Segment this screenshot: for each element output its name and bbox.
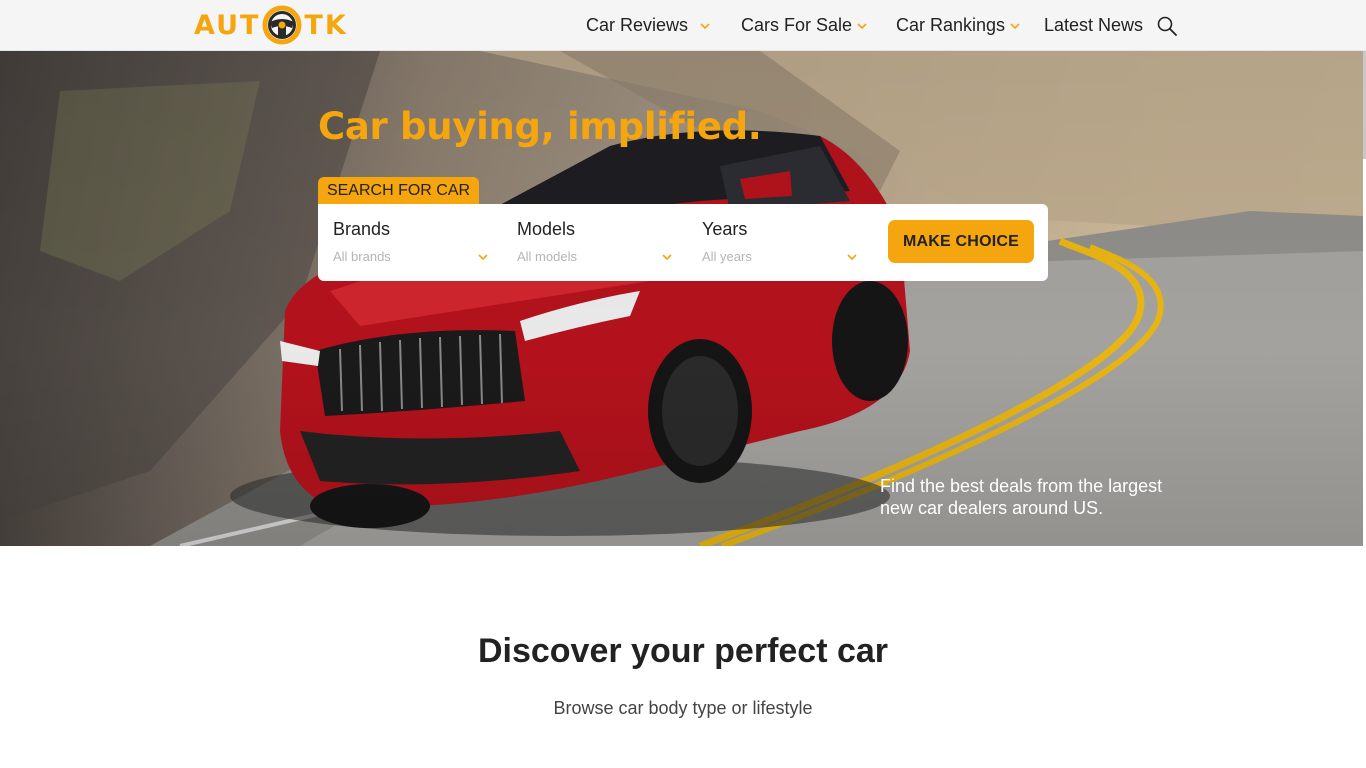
logo-text-right: TK (304, 9, 348, 41)
nav-car-reviews[interactable]: Car Reviews (586, 0, 741, 51)
chevron-down-icon (857, 22, 867, 29)
discover-title: Discover your perfect car (477, 632, 889, 670)
models-placeholder: All models (517, 249, 577, 264)
models-label: Models (517, 219, 576, 239)
nav-latest-news[interactable]: Latest News (1044, 0, 1143, 51)
years-select[interactable]: Years All years (687, 204, 857, 281)
brands-select[interactable]: Brands All brands (318, 204, 488, 281)
discover-subtitle: Browse car body type or lifestyle (553, 698, 813, 718)
search-for-car-tab[interactable]: SEARCH FOR CAR (318, 177, 479, 204)
hero-headline: Car buying, implified. (318, 105, 762, 148)
nav-label: Car Reviews (586, 15, 689, 35)
chevron-down-icon (478, 254, 488, 261)
nav-label: Cars For Sale (741, 15, 853, 35)
nav-label: Latest News (1044, 15, 1144, 35)
main-nav: Car Reviews Cars For Sale Car Rankings L… (586, 0, 1143, 51)
site-header: AUT TK Car Reviews Cars For Sale Car Ran… (0, 0, 1366, 51)
chevron-down-icon (662, 254, 672, 261)
nav-car-rankings[interactable]: Car Rankings (896, 0, 1044, 51)
site-logo[interactable]: AUT TK (194, 5, 348, 45)
make-choice-button[interactable]: MAKE CHOICE (888, 220, 1034, 263)
years-label: Years (702, 219, 748, 239)
nav-label: Car Rankings (896, 15, 1006, 35)
steering-wheel-icon (262, 5, 302, 45)
brands-placeholder: All brands (333, 249, 391, 264)
chevron-down-icon (1010, 22, 1020, 29)
brands-label: Brands (333, 219, 391, 239)
chevron-down-icon (847, 254, 857, 261)
logo-text-left: AUT (194, 9, 261, 41)
search-icon[interactable] (1157, 16, 1177, 36)
nav-cars-for-sale[interactable]: Cars For Sale (741, 0, 896, 51)
models-select[interactable]: Models All models (502, 204, 672, 281)
hero-note: Find the best deals from the largest new… (880, 476, 1163, 518)
years-placeholder: All years (702, 249, 752, 264)
chevron-down-icon (700, 22, 710, 29)
